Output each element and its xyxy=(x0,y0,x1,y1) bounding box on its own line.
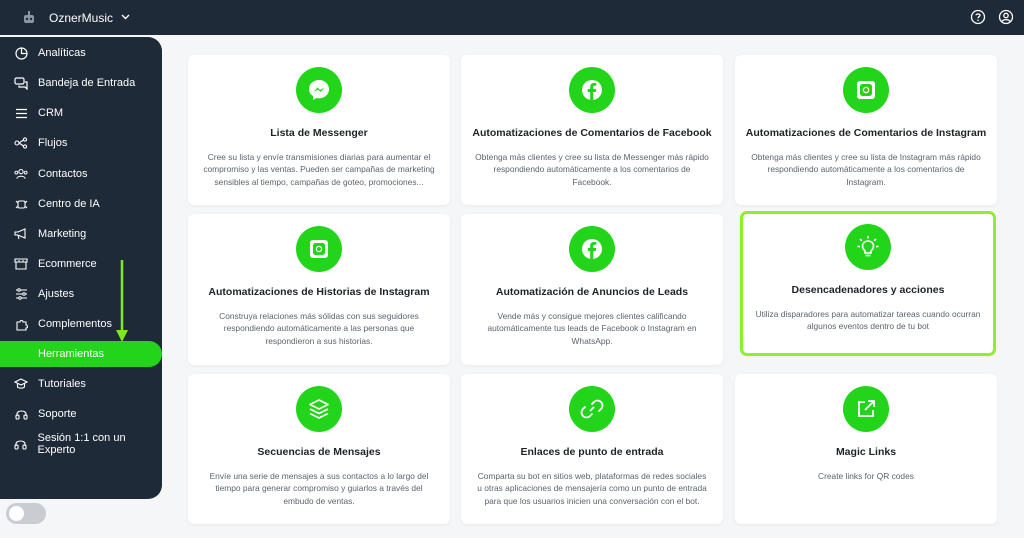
toggle-knob xyxy=(9,506,24,521)
sidebar-item-support[interactable]: Soporte xyxy=(0,401,162,427)
card-message-sequences[interactable]: Secuencias de Mensajes Envíe una serie d… xyxy=(188,374,450,524)
sidebar-item-settings[interactable]: Ajustes xyxy=(0,281,162,307)
card-title: Desencadenadores y acciones xyxy=(791,284,945,296)
menu-lines-icon xyxy=(14,106,28,120)
chat-bubbles-icon xyxy=(14,76,28,90)
card-description: Construya relaciones más sólidas con sus… xyxy=(219,311,419,346)
messenger-icon xyxy=(296,67,342,113)
users-icon xyxy=(14,167,28,181)
card-lead-ads[interactable]: Automatización de Anuncios de Leads Vend… xyxy=(461,214,723,365)
sidebar-item-label: Complementos xyxy=(38,318,112,330)
card-title: Automatización de Anuncios de Leads xyxy=(495,286,689,298)
sidebar-item-analytics[interactable]: Analíticas xyxy=(0,40,162,66)
external-link-icon xyxy=(843,386,889,432)
card-instagram-stories[interactable]: Automatizaciones de Historias de Instagr… xyxy=(188,214,450,365)
card-title: Lista de Messenger xyxy=(270,127,368,139)
facebook-icon xyxy=(569,67,615,113)
sidebar-item-ecommerce[interactable]: Ecommerce xyxy=(0,251,162,277)
card-title: Automatizaciones de Comentarios de Faceb… xyxy=(472,127,712,139)
card-magic-links[interactable]: Magic Links Create links for QR codes xyxy=(735,374,997,524)
card-title: Secuencias de Mensajes xyxy=(257,446,381,458)
tools-icon xyxy=(14,347,28,361)
megaphone-icon xyxy=(14,227,28,241)
help-icon[interactable] xyxy=(968,7,988,27)
sidebar-item-label: Herramientas xyxy=(38,348,105,360)
sliders-icon xyxy=(14,287,28,301)
card-description: Vende más y consigue mejores clientes ca… xyxy=(487,311,697,346)
sidebar: Analíticas Bandeja de Entrada CRM Flujos… xyxy=(0,37,162,499)
card-title: Automatizaciones de Comentarios de Insta… xyxy=(745,127,987,139)
card-description: Create links for QR codes xyxy=(818,471,914,481)
flow-icon xyxy=(14,136,28,150)
sidebar-item-flows[interactable]: Flujos xyxy=(0,130,162,156)
sidebar-item-label: Tutoriales xyxy=(38,378,86,390)
theme-toggle[interactable] xyxy=(6,503,46,524)
card-description: Obtenga más clientes y cree su lista de … xyxy=(475,152,709,187)
headset-icon xyxy=(14,407,28,421)
sidebar-item-ai-center[interactable]: Centro de IA xyxy=(0,191,162,217)
card-title: Enlaces de punto de entrada xyxy=(520,446,664,458)
sidebar-item-marketing[interactable]: Marketing xyxy=(0,221,162,247)
sidebar-item-tools[interactable]: Herramientas xyxy=(0,341,162,367)
sidebar-item-label: CRM xyxy=(38,107,64,119)
sidebar-item-label: Ecommerce xyxy=(38,258,97,270)
card-triggers-actions[interactable]: Desencadenadores y acciones Utiliza disp… xyxy=(740,211,996,356)
annotation-arrow xyxy=(116,260,128,342)
sidebar-item-inbox[interactable]: Bandeja de Entrada xyxy=(0,70,162,96)
sidebar-item-label: Soporte xyxy=(38,408,77,420)
sidebar-item-label: Bandeja de Entrada xyxy=(38,77,136,89)
puzzle-icon xyxy=(14,317,28,331)
chevron-down-icon xyxy=(121,12,130,23)
lightbulb-icon xyxy=(845,224,891,270)
account-icon[interactable] xyxy=(996,7,1016,27)
sidebar-item-label: Marketing xyxy=(38,228,87,240)
link-icon xyxy=(569,386,615,432)
graduation-cap-icon xyxy=(14,377,28,391)
card-description: Utiliza disparadores para automatizar ta… xyxy=(755,309,981,332)
instagram-icon xyxy=(843,67,889,113)
sidebar-item-label: Ajustes xyxy=(38,288,75,300)
sidebar-item-label: Flujos xyxy=(38,137,68,149)
headset-icon xyxy=(14,437,28,451)
ai-chip-icon xyxy=(14,197,28,211)
card-messenger-list[interactable]: Lista de Messenger Cree su lista y envíe… xyxy=(188,55,450,205)
pie-chart-icon xyxy=(14,46,28,60)
sidebar-item-expert-session[interactable]: Sesión 1:1 con un Experto xyxy=(0,431,162,457)
sidebar-item-addons[interactable]: Complementos xyxy=(0,311,162,337)
workspace-switcher[interactable]: OznerMusic xyxy=(20,9,130,27)
workspace-name: OznerMusic xyxy=(49,10,114,25)
sidebar-item-contacts[interactable]: Contactos xyxy=(0,161,162,187)
sidebar-item-tutorials[interactable]: Tutoriales xyxy=(0,371,162,397)
store-icon xyxy=(14,257,28,271)
top-bar: OznerMusic xyxy=(0,0,1024,35)
card-description: Obtenga más clientes y cree su lista de … xyxy=(751,152,981,187)
card-description: Cree su lista y envíe transmisiones diar… xyxy=(203,152,435,187)
sidebar-item-label: Contactos xyxy=(38,168,88,180)
layers-icon xyxy=(296,386,342,432)
card-instagram-comments[interactable]: Automatizaciones de Comentarios de Insta… xyxy=(735,55,997,205)
sidebar-item-label: Centro de IA xyxy=(38,198,100,210)
sidebar-item-label: Analíticas xyxy=(38,47,86,59)
card-facebook-comments[interactable]: Automatizaciones de Comentarios de Faceb… xyxy=(461,55,723,205)
sidebar-item-label: Sesión 1:1 con un Experto xyxy=(37,432,126,456)
card-description: Envíe una serie de mensajes a sus contac… xyxy=(209,471,429,506)
sidebar-item-crm[interactable]: CRM xyxy=(0,100,162,126)
card-title: Magic Links xyxy=(835,446,897,458)
bot-logo-icon xyxy=(20,9,38,27)
card-description: Comparta su bot en sitios web, plataform… xyxy=(477,471,707,506)
facebook-icon xyxy=(569,226,615,272)
instagram-icon xyxy=(296,226,342,272)
card-entry-point-links[interactable]: Enlaces de punto de entrada Comparta su … xyxy=(461,374,723,524)
card-title: Automatizaciones de Historias de Instagr… xyxy=(208,286,430,298)
